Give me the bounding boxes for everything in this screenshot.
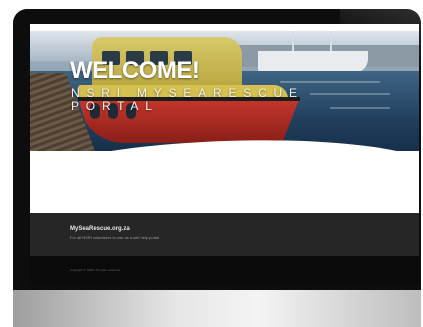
hero-banner: WELCOME! NSRI MYSEARESCUE PORTAL — [30, 31, 419, 151]
footer-site-name[interactable]: MySeaRescue.org.za — [70, 226, 130, 232]
footer-bottom-bar: Copyright © NSRI. All rights reserved. — [30, 256, 419, 284]
water-reflection — [330, 107, 390, 109]
hero-heading: WELCOME! — [70, 57, 200, 84]
hero-mast — [330, 31, 332, 53]
main-content — [30, 151, 419, 213]
hero-mast — [292, 31, 294, 53]
monitor-screen: WELCOME! NSRI MYSEARESCUE PORTAL MySeaRe… — [30, 24, 419, 284]
hero-subheading: NSRI MYSEARESCUE PORTAL — [71, 86, 304, 113]
hero-yacht — [258, 51, 368, 73]
footer-copyright: Copyright © NSRI. All rights reserved. — [70, 268, 121, 272]
site-footer: MySeaRescue.org.za For all NSRI voluntee… — [30, 213, 419, 256]
monitor-chin — [13, 290, 421, 327]
water-reflection — [280, 81, 380, 83]
browser-top-strip — [30, 24, 419, 31]
footer-tagline: For all NSRI volunteers to use as a self… — [70, 235, 160, 240]
